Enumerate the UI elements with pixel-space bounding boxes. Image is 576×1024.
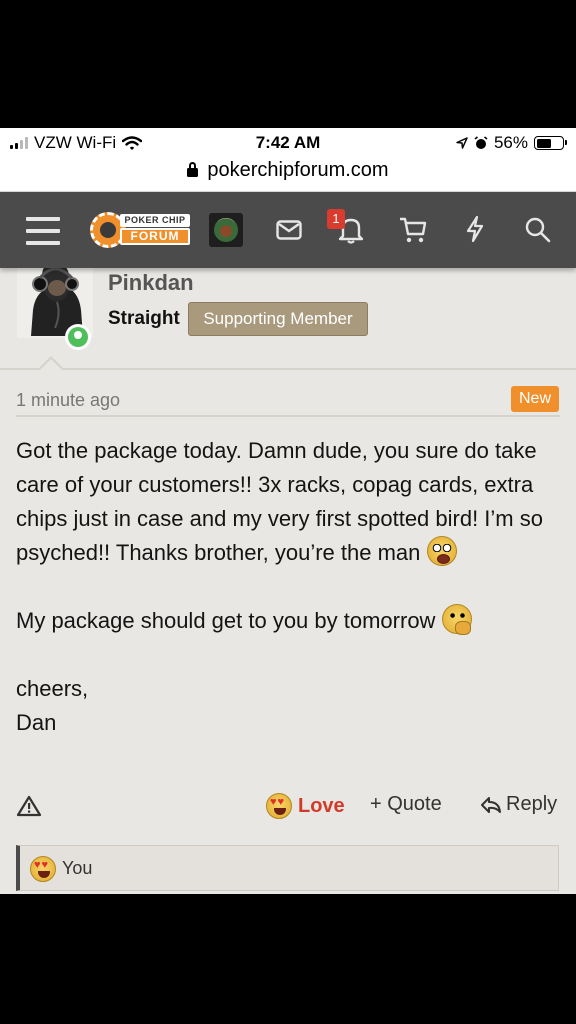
lock-icon — [187, 162, 199, 177]
url-domain: pokerchipforum.com — [207, 159, 389, 181]
post-signature: Dan — [16, 710, 57, 735]
post-paragraph: Got the package today. Damn dude, you su… — [16, 434, 561, 570]
love-reaction-button[interactable]: Love — [266, 793, 345, 819]
battery-percent: 56% — [493, 133, 528, 152]
post-text-line: My package should get to you by tomorrow — [16, 608, 436, 633]
post-caret — [38, 356, 64, 370]
report-warning-icon[interactable] — [16, 795, 42, 817]
shocked-emoji-icon — [426, 536, 457, 566]
shopping-cart-icon[interactable] — [398, 216, 428, 244]
new-post-badge: New — [511, 386, 559, 412]
post-actions: Love + Quote Reply — [0, 783, 576, 823]
site-logo[interactable]: POKER CHIP FORUM — [90, 212, 192, 248]
heart-eyes-emoji-icon — [266, 793, 292, 819]
forum-navbar: POKER CHIP FORUM 1 — [0, 192, 576, 268]
inbox-icon[interactable] — [276, 220, 302, 240]
love-label: Love — [298, 794, 345, 817]
post-text-line: Got the package today. Damn dude, you su… — [16, 438, 543, 565]
notification-count-badge: 1 — [327, 209, 345, 229]
reply-label: Reply — [506, 793, 558, 815]
user-account-avatar[interactable] — [209, 213, 243, 247]
reply-arrow-icon — [481, 796, 501, 813]
post-signoff: cheers, — [16, 676, 89, 701]
post-username[interactable]: Pinkdan — [108, 270, 194, 296]
quote-button[interactable]: + Quote — [370, 793, 442, 816]
heart-eyes-emoji-icon — [30, 856, 56, 882]
logo-text-bottom: FORUM — [120, 228, 190, 245]
post-paragraph: My package should get to you by tomorrow — [16, 604, 561, 638]
post-meta-divider — [16, 415, 560, 417]
status-bar: VZW Wi-Fi 7:42 AM 56% — [0, 128, 576, 158]
battery-icon — [534, 136, 567, 150]
alarm-icon — [474, 136, 488, 149]
thinking-emoji-icon — [441, 604, 472, 635]
reactions-summary[interactable]: You — [16, 845, 559, 891]
logo-text-top: POKER CHIP — [120, 214, 190, 227]
address-bar[interactable]: pokerchipforum.com — [0, 158, 576, 192]
lightning-bolt-icon[interactable] — [464, 215, 486, 243]
user-title: Straight — [108, 308, 180, 329]
post-body: Got the package today. Damn dude, you su… — [16, 434, 561, 740]
post-timestamp[interactable]: 1 minute ago — [16, 390, 120, 411]
menu-icon[interactable] — [26, 217, 60, 245]
reaction-user-list: You — [62, 858, 93, 878]
phone-screen: VZW Wi-Fi 7:42 AM 56% pokerchipforum.com… — [0, 128, 576, 894]
post-header-divider — [0, 368, 576, 370]
supporting-member-badge: Supporting Member — [188, 302, 368, 336]
search-icon[interactable] — [524, 216, 552, 244]
location-arrow-icon — [456, 137, 468, 149]
online-status-icon — [65, 324, 91, 350]
reply-button[interactable]: Reply — [480, 793, 557, 816]
